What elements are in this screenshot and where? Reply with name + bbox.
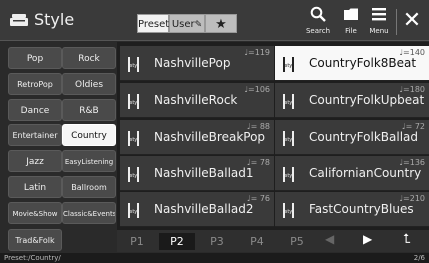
style-tempo: ♩=180 <box>399 85 425 94</box>
svg-text:sty: sty <box>130 63 138 69</box>
menu-label: Menu <box>369 27 389 35</box>
style-item[interactable]: sty NashvilleBallad2 ♩= 76 <box>120 192 274 227</box>
header-bar: Style Preset User✎ ★ Search File Menu ✕ <box>0 0 429 41</box>
style-tempo: ♩= 78 <box>246 158 270 167</box>
category-dance[interactable]: Dance <box>8 99 62 121</box>
category-jazz[interactable]: Jazz <box>8 150 62 172</box>
category-trad-folk[interactable]: Trad&Folk <box>8 229 62 251</box>
style-tempo: ♩=119 <box>244 48 270 57</box>
style-name: CalifornianCountry <box>309 166 422 180</box>
page-tab-p5[interactable]: P5 <box>279 233 315 250</box>
svg-text:sty: sty <box>285 173 293 179</box>
svg-text:sty: sty <box>130 137 138 143</box>
page-tab-p4[interactable]: P4 <box>239 233 275 250</box>
style-file-icon: sty <box>283 203 294 218</box>
style-item[interactable]: sty NashvilleRock ♩=106 <box>120 83 274 118</box>
style-tempo: ♩=136 <box>399 158 425 167</box>
style-screen: Style Preset User✎ ★ Search File Menu ✕ … <box>0 0 429 263</box>
header-divider <box>396 9 397 35</box>
style-name: CountryFolkBallad <box>309 130 418 144</box>
svg-text:sty: sty <box>130 209 138 215</box>
menu-icon <box>372 8 386 21</box>
style-item[interactable]: sty CountryFolkUpbeat ♩=180 <box>275 83 429 118</box>
style-item[interactable]: sty CountryFolkBallad ♩= 72 <box>275 120 429 155</box>
previous-page-icon[interactable]: ◀ <box>325 232 334 246</box>
search-label: Search <box>305 27 331 35</box>
menu-button[interactable]: Menu <box>363 6 395 35</box>
search-button[interactable]: Search <box>302 6 334 35</box>
style-item[interactable]: sty CalifornianCountry ♩=136 <box>275 156 429 191</box>
style-tempo: ♩=210 <box>399 194 425 203</box>
style-item[interactable]: sty NashvilleBallad1 ♩= 78 <box>120 156 274 191</box>
page-tab-p2[interactable]: P2 <box>159 233 195 250</box>
style-name: FastCountryBlues <box>309 202 414 216</box>
category-latin[interactable]: Latin <box>8 176 62 198</box>
category-retropop[interactable]: RetroPop <box>8 73 62 95</box>
category-ballroom[interactable]: Ballroom <box>62 176 116 198</box>
category-rock[interactable]: Rock <box>62 47 116 69</box>
folder-up-icon[interactable]: ⮤ <box>403 232 411 247</box>
svg-text:sty: sty <box>130 173 138 179</box>
category-classic-events[interactable]: Classic&Events <box>62 202 116 224</box>
category-entertainer[interactable]: Entertainer <box>8 124 62 146</box>
category-movie-show[interactable]: Movie&Show <box>8 202 62 224</box>
style-app-icon <box>10 14 28 26</box>
style-name: CountryFolk8Beat <box>309 56 417 70</box>
style-item-selected[interactable]: sty CountryFolk8Beat ♩=140 <box>275 46 429 81</box>
style-file-icon: sty <box>283 131 294 146</box>
category-country[interactable]: Country <box>62 124 116 146</box>
style-name: NashvilleBallad1 <box>154 166 254 180</box>
page-indicator: 2/6 <box>413 254 425 262</box>
close-button[interactable]: ✕ <box>399 8 425 34</box>
style-tempo: ♩= 88 <box>246 122 270 131</box>
style-name: CountryFolkUpbeat <box>309 93 425 107</box>
tab-preset[interactable]: Preset <box>137 14 169 33</box>
style-file-icon: sty <box>128 94 139 109</box>
pencil-icon: ✎ <box>194 20 203 30</box>
style-item[interactable]: sty FastCountryBlues ♩=210 <box>275 192 429 227</box>
page-tab-p1[interactable]: P1 <box>119 233 155 250</box>
style-tempo: ♩=140 <box>399 48 425 57</box>
style-name: NashvilleBallad2 <box>154 202 254 216</box>
style-item[interactable]: sty NashvillePop ♩=119 <box>120 46 274 81</box>
search-icon <box>310 6 326 22</box>
next-page-icon[interactable]: ▶ <box>363 232 372 246</box>
style-file-icon: sty <box>128 167 139 182</box>
style-item[interactable]: sty NashvilleBreakPop ♩= 88 <box>120 120 274 155</box>
style-tempo: ♩= 76 <box>246 194 270 203</box>
category-rnb[interactable]: R&B <box>62 99 116 121</box>
style-file-icon: sty <box>283 94 294 109</box>
svg-text:sty: sty <box>130 100 138 106</box>
tab-user-label: User <box>171 19 195 30</box>
style-file-icon: sty <box>128 57 139 72</box>
svg-text:sty: sty <box>285 209 293 215</box>
style-tempo: ♩= 72 <box>401 122 425 131</box>
category-oldies[interactable]: Oldies <box>62 73 116 95</box>
current-path: Preset:/Country/ <box>4 254 61 262</box>
tab-user[interactable]: User✎ <box>169 14 205 33</box>
svg-text:sty: sty <box>285 63 293 69</box>
page-title: Style <box>34 10 75 29</box>
folder-icon <box>344 8 358 20</box>
page-bar: P1 P2 P3 P4 P5 ◀ ▶ ⮤ <box>117 230 429 252</box>
style-name: NashvilleRock <box>154 93 238 107</box>
style-file-icon: sty <box>128 131 139 146</box>
style-name: NashvilleBreakPop <box>154 130 266 144</box>
tab-favorite[interactable]: ★ <box>205 14 237 33</box>
status-bar: Preset:/Country/ 2/6 <box>0 253 429 263</box>
category-easylistening[interactable]: EasyListening <box>62 150 116 172</box>
style-name: NashvillePop <box>154 56 231 70</box>
svg-text:sty: sty <box>285 100 293 106</box>
style-file-icon: sty <box>128 203 139 218</box>
page-tab-p3[interactable]: P3 <box>199 233 235 250</box>
style-file-icon: sty <box>283 57 294 72</box>
style-file-icon: sty <box>283 167 294 182</box>
style-tempo: ♩=106 <box>244 85 270 94</box>
svg-text:sty: sty <box>285 137 293 143</box>
category-pop[interactable]: Pop <box>8 47 62 69</box>
